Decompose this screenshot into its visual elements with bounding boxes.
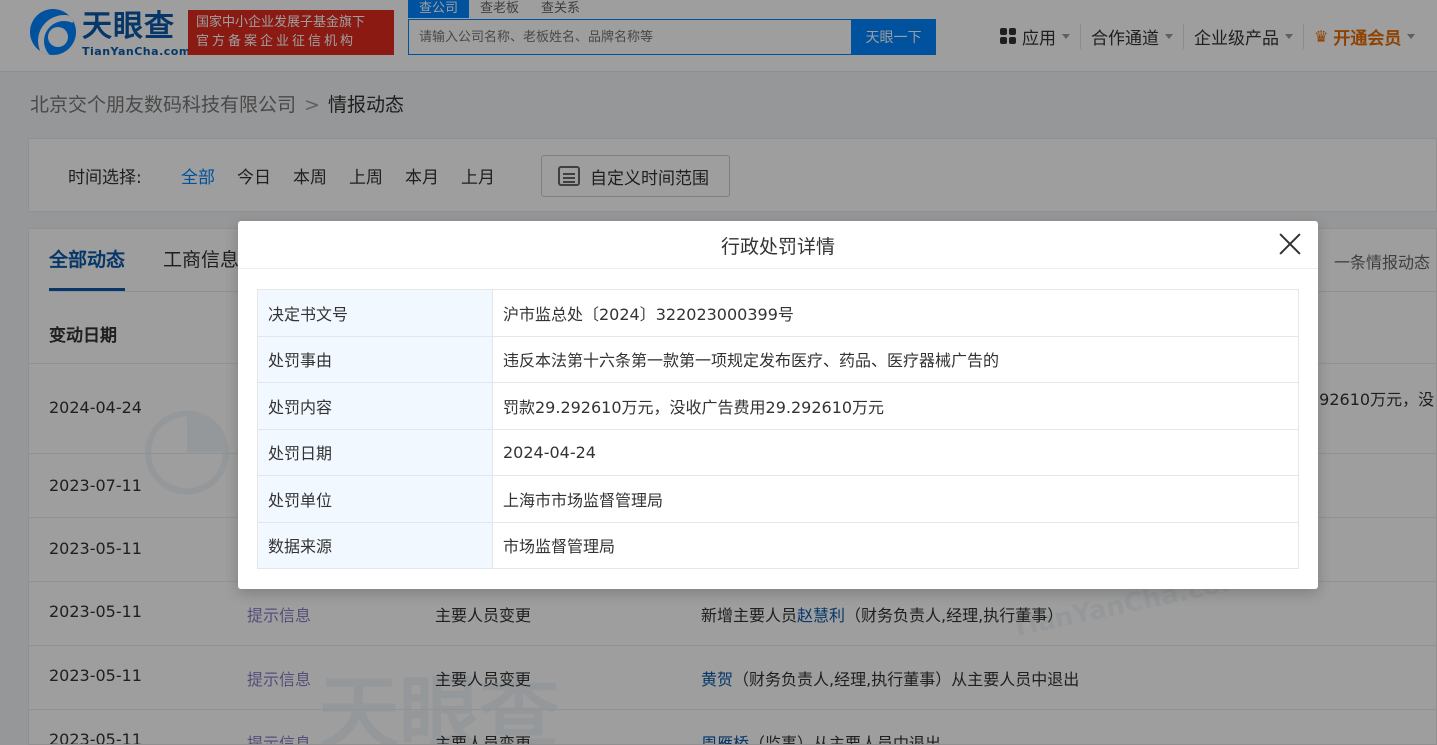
detail-row: 处罚单位 上海市市场监督管理局 [257, 475, 1299, 523]
detail-key: 处罚单位 [257, 475, 493, 523]
detail-value: 罚款29.292610万元，没收广告费用29.292610万元 [492, 382, 1299, 430]
detail-key: 决定书文号 [257, 289, 493, 337]
penalty-detail-modal: 行政处罚详情 决定书文号 沪市监总处〔2024〕322023000399号 处罚… [238, 221, 1318, 589]
detail-key: 处罚事由 [257, 335, 493, 383]
detail-key: 处罚日期 [257, 428, 493, 476]
detail-key: 处罚内容 [257, 382, 493, 430]
detail-value: 市场监督管理局 [492, 521, 1299, 569]
modal-title: 行政处罚详情 [720, 236, 835, 258]
penalty-detail-table: 决定书文号 沪市监总处〔2024〕322023000399号 处罚事由 违反本法… [257, 289, 1299, 569]
detail-row: 处罚日期 2024-04-24 [257, 428, 1299, 476]
detail-row: 处罚事由 违反本法第十六条第一款第一项规定发布医疗、药品、医疗器械广告的 [257, 335, 1299, 383]
detail-value: 违反本法第十六条第一款第一项规定发布医疗、药品、医疗器械广告的 [492, 335, 1299, 383]
detail-row: 数据来源 市场监督管理局 [257, 521, 1299, 569]
modal-header: 行政处罚详情 [238, 221, 1318, 269]
detail-value: 上海市市场监督管理局 [492, 475, 1299, 523]
detail-row: 决定书文号 沪市监总处〔2024〕322023000399号 [257, 289, 1299, 337]
detail-value: 2024-04-24 [492, 428, 1299, 476]
close-icon[interactable] [1278, 232, 1302, 256]
detail-row: 处罚内容 罚款29.292610万元，没收广告费用29.292610万元 [257, 382, 1299, 430]
detail-key: 数据来源 [257, 521, 493, 569]
detail-value: 沪市监总处〔2024〕322023000399号 [492, 289, 1299, 337]
